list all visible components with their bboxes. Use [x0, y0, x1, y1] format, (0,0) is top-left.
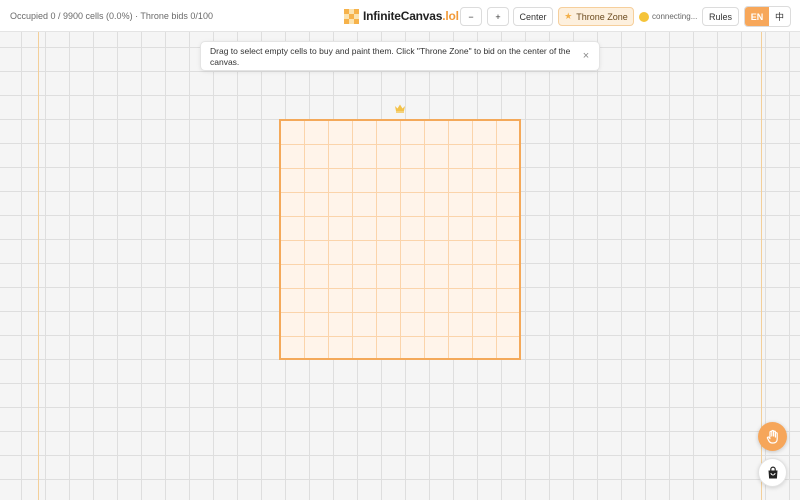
language-switcher: EN 中 — [744, 6, 791, 27]
throne-zone[interactable] — [279, 119, 521, 360]
brand: InfiniteCanvas.lol — [344, 8, 459, 24]
language-zh-button[interactable]: 中 — [769, 7, 790, 26]
language-en-button[interactable]: EN — [745, 7, 769, 26]
canvas-guide-line-left — [38, 32, 39, 500]
occupancy-stats: Occupied 0 / 9900 cells (0.0%) · Throne … — [10, 11, 213, 21]
shopping-bag-button[interactable] — [758, 458, 787, 487]
zoom-out-button[interactable]: − — [460, 7, 482, 26]
top-bar: Occupied 0 / 9900 cells (0.0%) · Throne … — [0, 0, 800, 32]
hand-icon — [766, 429, 778, 444]
center-button[interactable]: Center — [513, 7, 553, 26]
zoom-in-button[interactable]: + — [487, 7, 509, 26]
connection-status-text: connecting... — [652, 12, 698, 21]
hand-tool-button[interactable] — [758, 422, 787, 451]
shopping-bag-icon — [768, 466, 777, 478]
star-icon: ★ — [564, 11, 573, 21]
close-icon[interactable]: × — [581, 51, 591, 62]
status-dot-icon — [639, 11, 649, 22]
hint-tooltip-text: Drag to select empty cells to buy and pa… — [210, 46, 571, 67]
throne-zone-button-label: Throne Zone — [576, 11, 628, 22]
rules-button[interactable]: Rules — [702, 7, 739, 26]
hint-tooltip: Drag to select empty cells to buy and pa… — [200, 41, 600, 71]
connection-status: connecting... — [639, 7, 697, 26]
throne-zone-button[interactable]: ★ Throne Zone — [558, 7, 634, 26]
brand-name: InfiniteCanvas.lol — [363, 9, 459, 23]
checkerboard-logo-icon — [344, 8, 359, 24]
brand-tld: .lol — [442, 9, 459, 23]
crown-icon — [395, 104, 405, 113]
